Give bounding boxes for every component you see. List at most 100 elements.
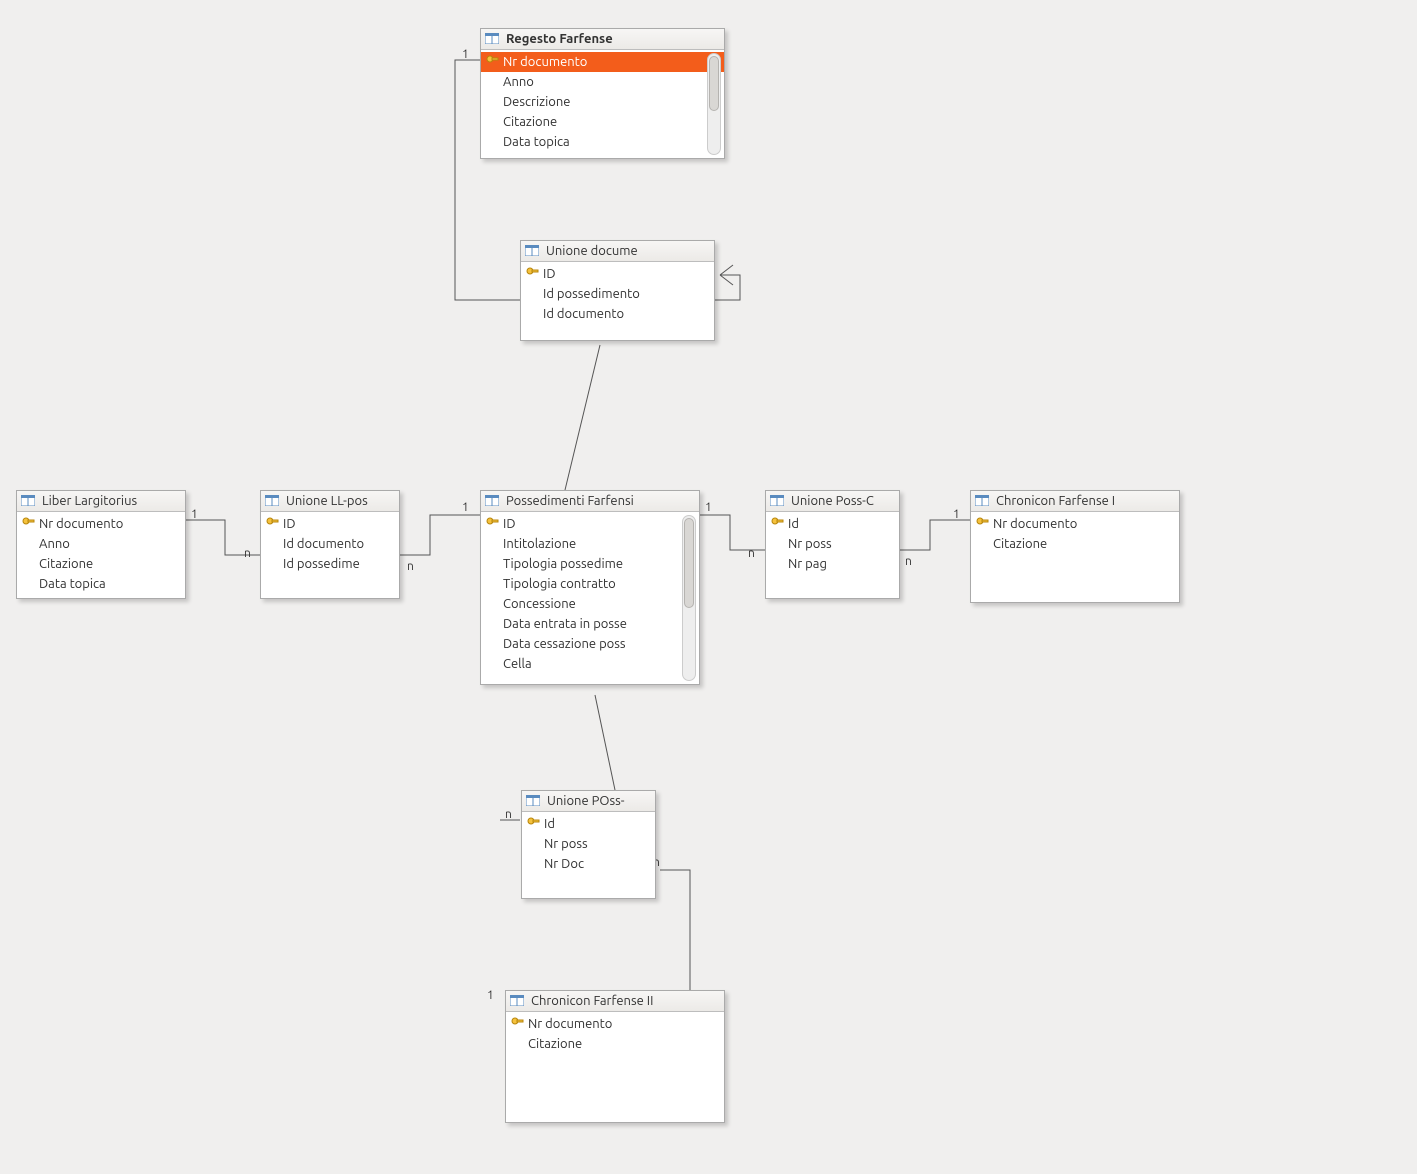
field-row[interactable]: Tipologia contratto	[481, 574, 699, 594]
field-row[interactable]: Anno	[481, 72, 724, 92]
field-row[interactable]: Cella	[481, 654, 699, 674]
field-label: Data entrata in posse	[503, 617, 627, 631]
field-row[interactable]: Nr documento	[481, 52, 724, 72]
key-icon	[486, 517, 499, 530]
scrollbar[interactable]	[707, 53, 721, 155]
cardinality-one: 1	[953, 508, 960, 521]
table-icon	[265, 495, 279, 506]
key-icon	[511, 1017, 524, 1030]
cardinality-many: n	[505, 808, 512, 821]
field-label: Nr poss	[544, 837, 588, 851]
field-label: Nr pag	[788, 557, 827, 571]
scrollbar-thumb[interactable]	[684, 518, 694, 608]
field-row[interactable]: Nr pag	[766, 554, 899, 574]
table-liber-largitorius[interactable]: Liber Largitorius Nr documento Anno Cita…	[16, 490, 186, 599]
table-title: Unione POss-	[547, 794, 625, 808]
field-row[interactable]: Nr documento	[17, 514, 185, 534]
field-row[interactable]: Concessione	[481, 594, 699, 614]
table-regesto-farfense[interactable]: Regesto Farfense Nr documento Anno Descr…	[480, 28, 725, 159]
field-label: Id documento	[283, 537, 364, 551]
field-label: Id possedime	[283, 557, 360, 571]
field-row[interactable]: Descrizione	[481, 92, 724, 112]
field-row[interactable]: Id possedimento	[521, 284, 714, 304]
table-title: Chronicon Farfense II	[531, 994, 653, 1008]
field-label: Data topica	[39, 577, 106, 591]
table-title: Regesto Farfense	[506, 32, 613, 46]
field-row[interactable]: Nr poss	[766, 534, 899, 554]
cardinality-one: 1	[487, 989, 494, 1002]
table-icon	[485, 495, 499, 506]
field-row[interactable]: Nr documento	[971, 514, 1179, 534]
field-label: Tipologia possedime	[503, 557, 623, 571]
field-label: ID	[543, 267, 556, 281]
field-label: Id possedimento	[543, 287, 640, 301]
field-row[interactable]: Id possedime	[261, 554, 399, 574]
field-row[interactable]: Data entrata in posse	[481, 614, 699, 634]
table-unione-docume[interactable]: Unione docume ID Id possedimento Id docu…	[520, 240, 715, 341]
field-label: Data cessazione poss	[503, 637, 626, 651]
field-row[interactable]: Citazione	[506, 1034, 724, 1054]
field-row[interactable]: Id documento	[261, 534, 399, 554]
field-row[interactable]: Nr poss	[522, 834, 655, 854]
field-row[interactable]: ID	[261, 514, 399, 534]
field-label: Nr documento	[528, 1017, 612, 1031]
key-icon	[976, 517, 989, 530]
field-label: Citazione	[993, 537, 1047, 551]
table-icon	[526, 795, 540, 806]
table-unione-poss-c[interactable]: Unione Poss-C Id Nr poss Nr pag	[765, 490, 900, 599]
table-possedimenti-farfensi[interactable]: Possedimenti Farfensi ID Intitolazione T…	[480, 490, 700, 685]
key-icon	[527, 817, 540, 830]
field-label: Citazione	[39, 557, 93, 571]
cardinality-many: n	[905, 555, 912, 568]
table-unione-poss-d[interactable]: Unione POss- Id Nr poss Nr Doc	[521, 790, 656, 899]
field-label: Descrizione	[503, 95, 570, 109]
field-row[interactable]: ID	[481, 514, 699, 534]
field-label: Tipologia contratto	[503, 577, 616, 591]
cardinality-one: 1	[191, 508, 198, 521]
field-label: Anno	[503, 75, 534, 89]
field-row[interactable]: Id documento	[521, 304, 714, 324]
table-title: Unione docume	[546, 244, 638, 258]
field-label: Nr poss	[788, 537, 832, 551]
field-row[interactable]: Data cessazione poss	[481, 634, 699, 654]
field-row[interactable]: Citazione	[971, 534, 1179, 554]
field-row[interactable]: Citazione	[481, 112, 724, 132]
field-row[interactable]: Intitolazione	[481, 534, 699, 554]
field-row[interactable]: Data topica	[481, 132, 724, 152]
table-title: Unione Poss-C	[791, 494, 874, 508]
key-icon	[771, 517, 784, 530]
field-row[interactable]: Citazione	[17, 554, 185, 574]
field-label: Concessione	[503, 597, 576, 611]
table-title: Unione LL-pos	[286, 494, 368, 508]
scrollbar-thumb[interactable]	[709, 56, 719, 111]
field-label: Nr documento	[993, 517, 1077, 531]
field-row[interactable]: Data topica	[17, 574, 185, 594]
cardinality-one: 1	[462, 501, 469, 514]
table-title: Liber Largitorius	[42, 494, 137, 508]
table-icon	[485, 33, 499, 44]
field-row[interactable]: Nr Doc	[522, 854, 655, 874]
table-title: Possedimenti Farfensi	[506, 494, 634, 508]
field-row[interactable]: ID	[521, 264, 714, 284]
field-label: Cella	[503, 657, 532, 671]
field-label: Citazione	[503, 115, 557, 129]
table-icon	[975, 495, 989, 506]
key-icon	[22, 517, 35, 530]
field-label: Intitolazione	[503, 537, 576, 551]
key-icon	[266, 517, 279, 530]
field-row[interactable]: Nr documento	[506, 1014, 724, 1034]
table-unione-ll-pos[interactable]: Unione LL-pos ID Id documento Id possedi…	[260, 490, 400, 599]
field-label: ID	[283, 517, 296, 531]
table-chronicon-farfense-2[interactable]: Chronicon Farfense II Nr documento Citaz…	[505, 990, 725, 1123]
field-label: ID	[503, 517, 516, 531]
field-row[interactable]: Tipologia possedime	[481, 554, 699, 574]
cardinality-many: n	[748, 547, 755, 560]
cardinality-one: 1	[705, 501, 712, 514]
table-chronicon-farfense-1[interactable]: Chronicon Farfense I Nr documento Citazi…	[970, 490, 1180, 603]
field-row[interactable]: Anno	[17, 534, 185, 554]
scrollbar[interactable]	[682, 515, 696, 681]
field-row[interactable]: Id	[766, 514, 899, 534]
field-row[interactable]: Id	[522, 814, 655, 834]
cardinality-many: n	[244, 547, 251, 560]
cardinality-many: n	[407, 560, 414, 573]
